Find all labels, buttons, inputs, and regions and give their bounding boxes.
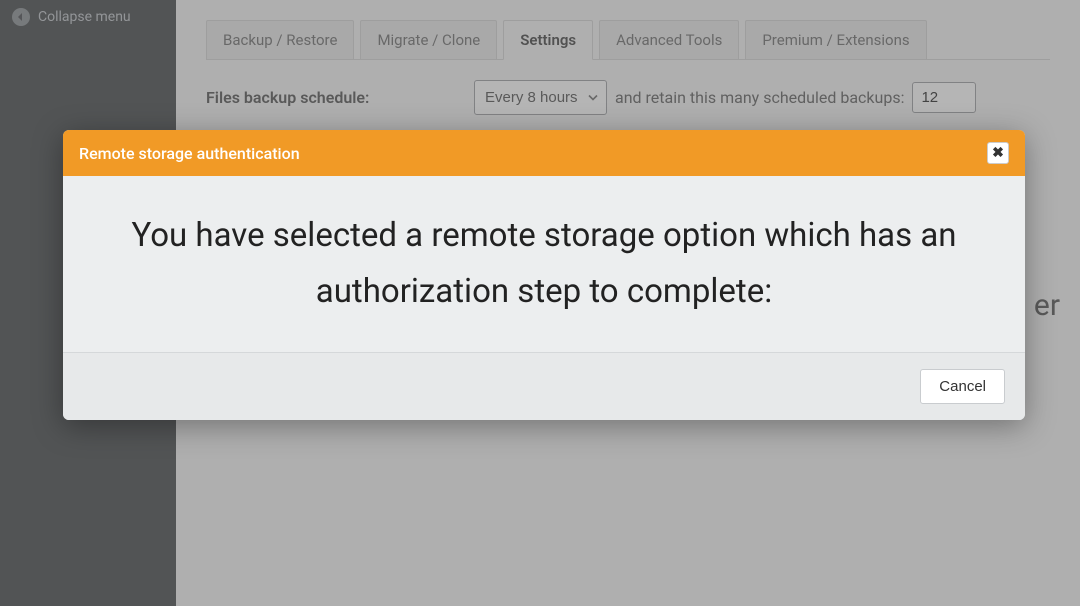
close-icon[interactable]: ✖ [987,142,1009,164]
cancel-button[interactable]: Cancel [920,369,1005,404]
modal-title: Remote storage authentication [79,144,300,163]
modal-footer: Cancel [63,353,1025,420]
auth-modal: Remote storage authentication ✖ You have… [63,130,1025,420]
modal-body-text: You have selected a remote storage optio… [63,176,1025,353]
modal-header: Remote storage authentication ✖ [63,130,1025,176]
